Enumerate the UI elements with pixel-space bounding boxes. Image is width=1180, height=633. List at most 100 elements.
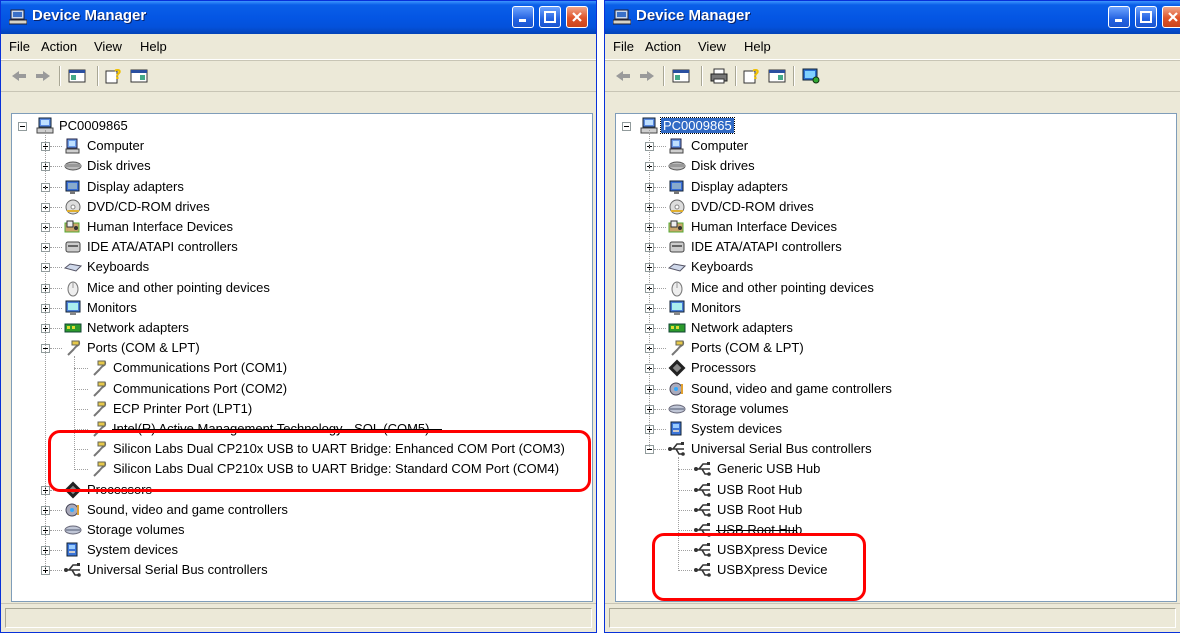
toolbar: ?	[605, 60, 1180, 92]
mouse-icon	[671, 281, 683, 297]
close-button[interactable]	[566, 6, 588, 28]
system-devices-icon	[670, 421, 682, 436]
usb-icon	[64, 563, 81, 578]
menu-bar: File Action View Help	[1, 34, 596, 60]
tree-item-label: IDE ATA/ATAPI controllers	[691, 239, 842, 255]
forward-arrow-icon[interactable]	[637, 67, 657, 85]
port-icon	[67, 340, 81, 356]
system-devices-icon	[66, 542, 78, 557]
processor-icon	[668, 359, 686, 377]
computer-icon	[669, 138, 684, 154]
toolbar-separator	[701, 66, 703, 86]
show-hide-console-tree-icon[interactable]	[671, 67, 691, 85]
tree-item-label: IDE ATA/ATAPI controllers	[87, 239, 238, 255]
toolbar-separator	[793, 66, 795, 86]
tree-item-label: Monitors	[691, 299, 741, 315]
action-pane-icon[interactable]	[129, 67, 149, 85]
strike-line	[716, 530, 796, 531]
disk-drive-icon	[668, 161, 686, 171]
maximize-button[interactable]	[1135, 6, 1157, 28]
menu-file[interactable]: File	[9, 39, 30, 54]
tree-connector	[654, 388, 666, 390]
minimize-icon	[1115, 19, 1122, 22]
menu-action[interactable]: Action	[41, 39, 77, 54]
port-icon	[93, 360, 107, 377]
port-icon	[93, 401, 107, 417]
device-tree[interactable]: PC0009865 Computer Disk drives Display adap…	[615, 113, 1177, 602]
device-tree[interactable]: PC0009865 Computer Disk drives Display adap…	[11, 113, 593, 602]
tree-connector	[654, 368, 666, 370]
menu-view[interactable]: View	[94, 39, 122, 54]
tree-item-label: ECP Printer Port (LPT1)	[113, 400, 253, 416]
tree-item-label: System devices	[691, 421, 783, 436]
tree-item-label: Keyboards	[87, 259, 150, 275]
collapse-toggle[interactable]	[622, 122, 631, 131]
tree-connector	[654, 166, 666, 168]
window-title: Device Manager	[636, 7, 751, 24]
tree-item-label: Network adapters	[691, 320, 793, 335]
ide-controller-icon	[669, 241, 685, 253]
back-arrow-icon[interactable]	[9, 67, 29, 85]
tree-connector	[654, 287, 666, 289]
tree-connector	[678, 509, 692, 511]
dvd-icon	[669, 199, 685, 215]
forward-arrow-icon[interactable]	[33, 67, 53, 85]
tree-connector	[654, 227, 666, 228]
tree-connector	[50, 287, 62, 289]
tree-connector	[50, 348, 62, 350]
tree-connector	[678, 469, 692, 471]
print-icon[interactable]	[709, 67, 729, 85]
status-bar	[605, 603, 1180, 632]
back-arrow-icon[interactable]	[613, 67, 633, 85]
tree-connector	[654, 449, 666, 451]
tree-connector	[74, 368, 88, 370]
network-adapter-icon	[668, 323, 686, 333]
disk-drive-icon	[64, 161, 82, 171]
scan-hardware-changes-icon[interactable]	[801, 67, 821, 85]
tree-item-label: USB Root Hub	[717, 481, 803, 497]
properties-help-icon[interactable]: ?	[105, 67, 125, 85]
menu-action[interactable]: Action	[645, 39, 681, 54]
tree-item-label: Processors	[691, 360, 757, 376]
title-bar[interactable]: Device Manager	[1, 1, 596, 34]
tree-item-label: Universal Serial Bus controllers	[87, 562, 268, 578]
computer-icon	[65, 138, 80, 154]
minimize-button[interactable]	[1108, 6, 1130, 28]
close-button[interactable]	[1162, 6, 1180, 28]
tree-connector	[45, 130, 46, 571]
menu-help[interactable]: Help	[744, 39, 771, 54]
toolbar-separator	[735, 66, 737, 86]
display-adapter-icon	[65, 180, 80, 194]
port-icon	[671, 340, 685, 356]
minimize-button[interactable]	[512, 6, 534, 28]
tree-connector	[50, 307, 62, 309]
tree-item-label: Mice and other pointing devices	[87, 279, 270, 295]
tree-connector	[654, 348, 666, 350]
menu-view[interactable]: View	[698, 39, 726, 54]
tree-item-label: Computer	[691, 138, 749, 154]
tree-connector	[50, 247, 62, 249]
collapse-toggle[interactable]	[18, 122, 27, 131]
properties-help-icon[interactable]: ?	[743, 67, 763, 85]
tree-connector	[74, 408, 88, 410]
status-pane	[609, 608, 1176, 628]
storage-volume-icon	[668, 404, 686, 414]
minimize-icon	[519, 19, 526, 22]
tree-connector	[654, 429, 666, 430]
toolbar: ?	[1, 60, 596, 92]
svg-text:?: ?	[752, 68, 760, 83]
tree-item-label: Communications Port (COM1)	[113, 360, 288, 376]
sound-icon	[669, 382, 683, 396]
toolbar-separator	[59, 66, 61, 86]
close-icon	[572, 12, 582, 22]
menu-file[interactable]: File	[613, 39, 634, 54]
menu-help[interactable]: Help	[140, 39, 167, 54]
title-bar[interactable]: Device Manager	[605, 1, 1180, 34]
maximize-button[interactable]	[539, 6, 561, 28]
show-hide-console-tree-icon[interactable]	[67, 67, 87, 85]
tree-item-label: Computer	[87, 138, 145, 154]
device-manager-icon	[9, 9, 27, 25]
tree-connector	[654, 328, 666, 329]
tree-connector	[50, 206, 62, 208]
action-pane-icon[interactable]	[767, 67, 787, 85]
